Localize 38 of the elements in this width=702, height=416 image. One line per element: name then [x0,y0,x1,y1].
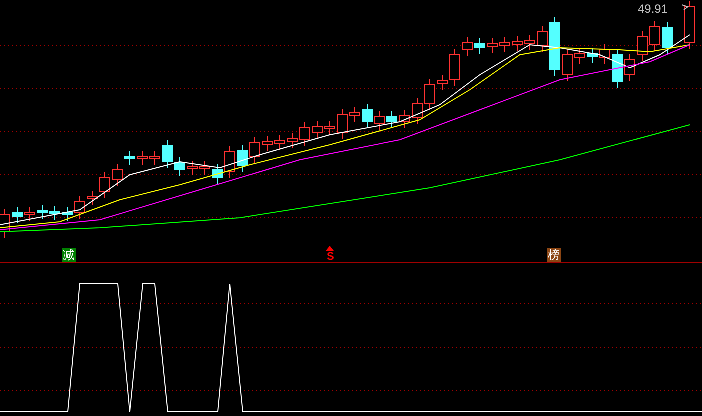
pointer-icon [682,4,690,10]
candlestick [412,98,424,124]
candlestick [150,150,160,166]
candlestick [374,110,386,130]
signal-label: S [327,251,334,263]
candlestick [238,144,248,172]
candlestick [624,54,636,82]
candlestick [600,44,610,64]
candlestick [650,20,660,52]
candlestick [386,110,398,128]
candlestick [588,48,598,64]
candlestick [400,110,410,128]
candlestick [250,136,260,164]
candlestick [362,104,374,128]
candlestick [462,36,474,56]
candlestick [50,206,60,220]
candlestick [474,38,486,54]
candlestick [312,120,324,140]
candlestick [262,136,274,152]
candlestick [188,160,198,176]
price-label: 49.91 [638,2,668,16]
candlestick [612,48,624,88]
signal-badge: 减 [62,248,76,262]
candlestick [274,134,286,150]
candlestick [488,38,498,54]
candlestick [638,30,648,62]
candlestick [200,160,210,176]
candlestick [500,36,510,52]
candlestick [662,22,674,54]
candlestick [12,206,24,224]
candlestick [512,36,524,52]
candlestick [424,78,436,110]
candlestick [24,206,36,222]
candlestick [524,34,536,50]
signal-badge: 榜 [547,248,561,262]
candlestick [38,204,48,220]
candlestick [138,150,148,166]
candlestick [324,120,336,136]
